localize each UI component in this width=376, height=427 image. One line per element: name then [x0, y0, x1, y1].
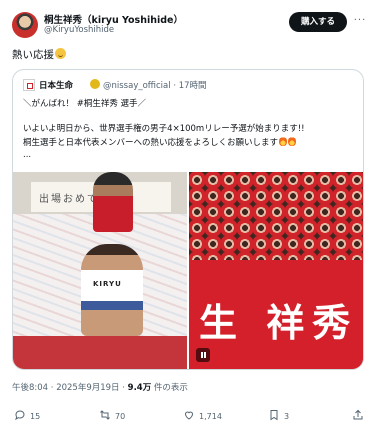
- quoted-line-ellipsis: ...: [23, 150, 32, 160]
- verified-badge-icon: [90, 79, 100, 89]
- smile-emoji-icon: [55, 48, 66, 59]
- share-button[interactable]: [352, 409, 368, 423]
- fire-icon: [279, 136, 288, 146]
- quoted-line-3-text: 桐生選手と日本代表メンバーへの熱い応援をよろしくお願いします: [23, 138, 279, 148]
- video-cheering-crowd[interactable]: 生 祥秀: [189, 172, 363, 369]
- more-options-icon[interactable]: ···: [352, 12, 368, 32]
- runner-bib: KIRYU: [93, 280, 122, 288]
- photo-kiryu-with-flag[interactable]: 出場おめでとう KIRYU: [13, 172, 187, 369]
- fire-icon: [288, 136, 297, 146]
- tweet-meta: 午後8:04 · 2025年9月19日 · 9.4万 件の表示: [12, 381, 188, 393]
- reply-icon: [14, 409, 26, 421]
- quoted-handle-time: @nissay_official · 17時間: [103, 81, 207, 91]
- repost-button[interactable]: 70: [99, 409, 125, 423]
- reply-count: 15: [30, 412, 41, 421]
- athlete-figure: [93, 172, 133, 232]
- heart-icon: [183, 409, 195, 421]
- like-button[interactable]: 1,714: [183, 409, 222, 423]
- quoted-line-2: いよいよ明日から、世界選手権の男子4×100mリレー予選が始まります!!: [23, 124, 305, 134]
- bookmark-icon: [268, 409, 280, 421]
- buy-button[interactable]: 購入する: [289, 12, 347, 32]
- bookmark-count: 3: [284, 412, 290, 421]
- pause-icon[interactable]: [196, 348, 210, 362]
- views-suffix: 件の表示: [151, 383, 188, 393]
- quoted-line-1: ＼がんばれ！ #桐生祥秀 選手／: [23, 99, 147, 109]
- nissay-logo-avatar[interactable]: [23, 79, 35, 91]
- cheering-crowd: [189, 172, 363, 267]
- share-icon: [352, 409, 364, 421]
- display-name[interactable]: 桐生祥秀（kiryu Yoshihide）: [44, 12, 183, 26]
- like-count: 1,714: [199, 412, 222, 421]
- banner-name-text: 生 祥秀: [199, 300, 359, 345]
- tweet-text-body: 熱い応援: [12, 49, 54, 61]
- reply-button[interactable]: 15: [14, 409, 40, 423]
- user-handle[interactable]: @KiryuYoshihide: [44, 25, 114, 35]
- tweet-text: 熱い応援: [12, 47, 66, 62]
- view-count: 9.4万: [127, 383, 152, 393]
- bookmark-button[interactable]: 3: [268, 409, 289, 423]
- runner-photo: [81, 244, 143, 336]
- flag-bottom-strip: [13, 336, 187, 369]
- repost-count: 70: [115, 412, 126, 421]
- quoted-line-3: 桐生選手と日本代表メンバーへの熱い応援をよろしくお願いします: [23, 136, 297, 148]
- tweet-header: 桐生祥秀（kiryu Yoshihide） @KiryuYoshihide 購入…: [0, 0, 376, 44]
- post-time[interactable]: 午後8:04 · 2025年9月19日 ·: [12, 383, 128, 393]
- quoted-display-name: 日本生命: [39, 81, 74, 91]
- action-bar: 15 70 1,714 3: [0, 405, 376, 427]
- avatar[interactable]: [12, 12, 38, 38]
- repost-icon: [99, 409, 111, 421]
- quoted-tweet[interactable]: 日本生命 @nissay_official · 17時間 ＼がんばれ！ #桐生祥…: [12, 69, 364, 370]
- quoted-media[interactable]: 出場おめでとう KIRYU 生 祥秀: [13, 172, 363, 369]
